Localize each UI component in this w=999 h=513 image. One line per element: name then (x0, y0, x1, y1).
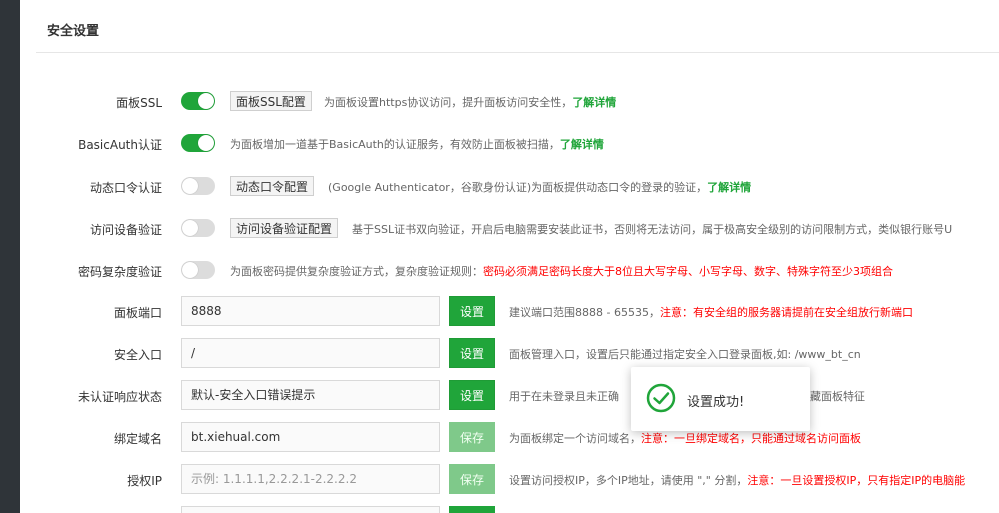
row-unauth-status: 未认证响应状态 默认-安全入口错误提示 设置 用于在未登录且未正确 藏面板特征 (0, 380, 999, 410)
success-toast: 设置成功! (631, 367, 810, 431)
section-title: 安全设置 (47, 24, 100, 39)
screen: 安全设置 面板SSL 面板SSL配置 为面板设置https协议访问，提升面板访问… (0, 0, 999, 513)
bind-domain-input[interactable]: bt.xiehual.com (181, 422, 440, 452)
toast-message: 设置成功! (687, 395, 745, 410)
row-auth-ip: 授权IP 示例: 1.1.1.1,2.2.2.1-2.2.2.2 保存 设置访问… (0, 464, 999, 494)
panel-ssl-config-button[interactable]: 面板SSL配置 (230, 91, 312, 111)
basic-auth-desc-text: 为面板增加一道基于BasicAuth的认证服务，有效防止面板被扫描， (230, 138, 560, 151)
password-complexity-desc-text: 为面板密码提供复杂度验证方式，复杂度验证规则： (230, 265, 483, 278)
panel-ssl-toggle[interactable] (181, 92, 215, 110)
unauth-status-set-button[interactable]: 设置 (449, 380, 495, 410)
row-bind-domain: 绑定域名 bt.xiehual.com 保存 为面板绑定一个访问域名，注意：一旦… (0, 422, 999, 452)
device-verify-label: 访问设备验证 (89, 223, 162, 237)
row-panel-port: 面板端口 8888 设置 建议端口范围8888 - 65535，注意：有安全组的… (0, 296, 999, 326)
safe-entry-label: 安全入口 (113, 348, 162, 362)
auth-ip-save-button[interactable]: 保存 (449, 464, 495, 494)
panel-ssl-desc: 为面板设置https协议访问，提升面板访问安全性，了解详情 (324, 94, 616, 110)
bind-domain-desc-text: 为面板绑定一个访问域名， (509, 432, 641, 445)
toggle-knob (182, 220, 198, 236)
password-complexity-label: 密码复杂度验证 (77, 265, 162, 279)
auth-ip-label: 授权IP (127, 474, 162, 488)
panel-port-desc: 建议端口范围8888 - 65535，注意：有安全组的服务器请提前在安全组放行新… (509, 304, 913, 320)
dynamic-password-toggle[interactable] (181, 177, 215, 195)
auth-ip-desc: 设置访问授权IP，多个IP地址，请使用 "," 分割，注意：一旦设置授权IP，只… (509, 472, 965, 488)
unauth-status-desc: 用于在未登录且未正确 (509, 390, 619, 403)
row-safe-entry: 安全入口 / 设置 面板管理入口，设置后只能通过指定安全入口登录面板,如: /w… (0, 338, 999, 368)
success-check-icon (646, 383, 676, 413)
unauth-status-desc-tail: 藏面板特征 (810, 390, 865, 403)
bind-domain-save-button[interactable]: 保存 (449, 422, 495, 452)
device-verify-config-button[interactable]: 访问设备验证配置 (230, 218, 339, 238)
next-row-input-partial[interactable] (181, 506, 440, 513)
safe-entry-desc: 面板管理入口，设置后只能通过指定安全入口登录面板,如: /www_bt_cn (509, 348, 861, 361)
section-header: 安全设置 (36, 0, 999, 53)
unauth-status-label: 未认证响应状态 (77, 390, 162, 404)
row-password-complexity: 密码复杂度验证 为面板密码提供复杂度验证方式，复杂度验证规则：密码必须满足密码长… (0, 255, 999, 285)
panel-port-desc-text: 建议端口范围8888 - 65535， (509, 306, 660, 319)
panel-port-input[interactable]: 8888 (181, 296, 440, 326)
dynamic-password-desc: (Google Authenticator，谷歌身份认证)为面板提供动态口令的登… (328, 179, 751, 195)
dynamic-password-config-button[interactable]: 动态口令配置 (230, 176, 315, 196)
password-complexity-desc: 为面板密码提供复杂度验证方式，复杂度验证规则：密码必须满足密码长度大于8位且大写… (230, 263, 893, 279)
panel-ssl-label: 面板SSL (116, 96, 162, 110)
bind-domain-warning: 注意：一旦绑定域名，只能通过域名访问面板 (641, 432, 861, 445)
device-verify-desc: 基于SSL证书双向验证，开启后电脑需要安装此证书，否则将无法访问，属于极高安全级… (352, 223, 953, 236)
safe-entry-input[interactable]: / (181, 338, 440, 368)
dynamic-password-learn-more-link[interactable]: 了解详情 (707, 181, 751, 194)
panel-port-warning: 注意：有安全组的服务器请提前在安全组放行新端口 (659, 306, 913, 319)
row-dynamic-password: 动态口令认证 动态口令配置 (Google Authenticator，谷歌身份… (0, 171, 999, 201)
unauth-status-select[interactable]: 默认-安全入口错误提示 (181, 380, 440, 410)
panel-port-label: 面板端口 (113, 306, 162, 320)
toggle-knob (198, 135, 214, 151)
row-panel-ssl: 面板SSL 面板SSL配置 为面板设置https协议访问，提升面板访问安全性，了… (0, 86, 999, 116)
toggle-knob (198, 93, 214, 109)
dynamic-password-desc-text: (Google Authenticator，谷歌身份认证)为面板提供动态口令的登… (328, 181, 708, 194)
auth-ip-input[interactable]: 示例: 1.1.1.1,2.2.2.1-2.2.2.2 (181, 464, 440, 494)
device-verify-toggle[interactable] (181, 219, 215, 237)
panel-ssl-learn-more-link[interactable]: 了解详情 (572, 96, 616, 109)
next-row-button-partial[interactable] (449, 506, 495, 513)
auth-ip-desc-text: 设置访问授权IP，多个IP地址，请使用 "," 分割， (509, 474, 748, 487)
row-device-verify: 访问设备验证 访问设备验证配置 基于SSL证书双向验证，开启后电脑需要安装此证书… (0, 213, 999, 243)
auth-ip-warning: 注意：一旦设置授权IP，只有指定IP的电脑能 (747, 474, 966, 487)
password-complexity-toggle[interactable] (181, 261, 215, 279)
toggle-knob (182, 178, 198, 194)
basic-auth-learn-more-link[interactable]: 了解详情 (560, 138, 604, 151)
basic-auth-desc: 为面板增加一道基于BasicAuth的认证服务，有效防止面板被扫描，了解详情 (230, 136, 604, 152)
panel-ssl-desc-text: 为面板设置https协议访问，提升面板访问安全性， (324, 96, 573, 109)
password-complexity-rule: 密码必须满足密码长度大于8位且大写字母、小写字母、数字、特殊字符至少3项组合 (483, 265, 893, 278)
row-basic-auth: BasicAuth认证 为面板增加一道基于BasicAuth的认证服务，有效防止… (0, 128, 999, 158)
bind-domain-desc: 为面板绑定一个访问域名，注意：一旦绑定域名，只能通过域名访问面板 (509, 430, 861, 446)
safe-entry-set-button[interactable]: 设置 (449, 338, 495, 368)
basic-auth-toggle[interactable] (181, 134, 215, 152)
bind-domain-label: 绑定域名 (113, 432, 162, 446)
dynamic-password-label: 动态口令认证 (89, 181, 162, 195)
panel-port-set-button[interactable]: 设置 (449, 296, 495, 326)
toggle-knob (182, 262, 198, 278)
basic-auth-label: BasicAuth认证 (78, 138, 162, 152)
